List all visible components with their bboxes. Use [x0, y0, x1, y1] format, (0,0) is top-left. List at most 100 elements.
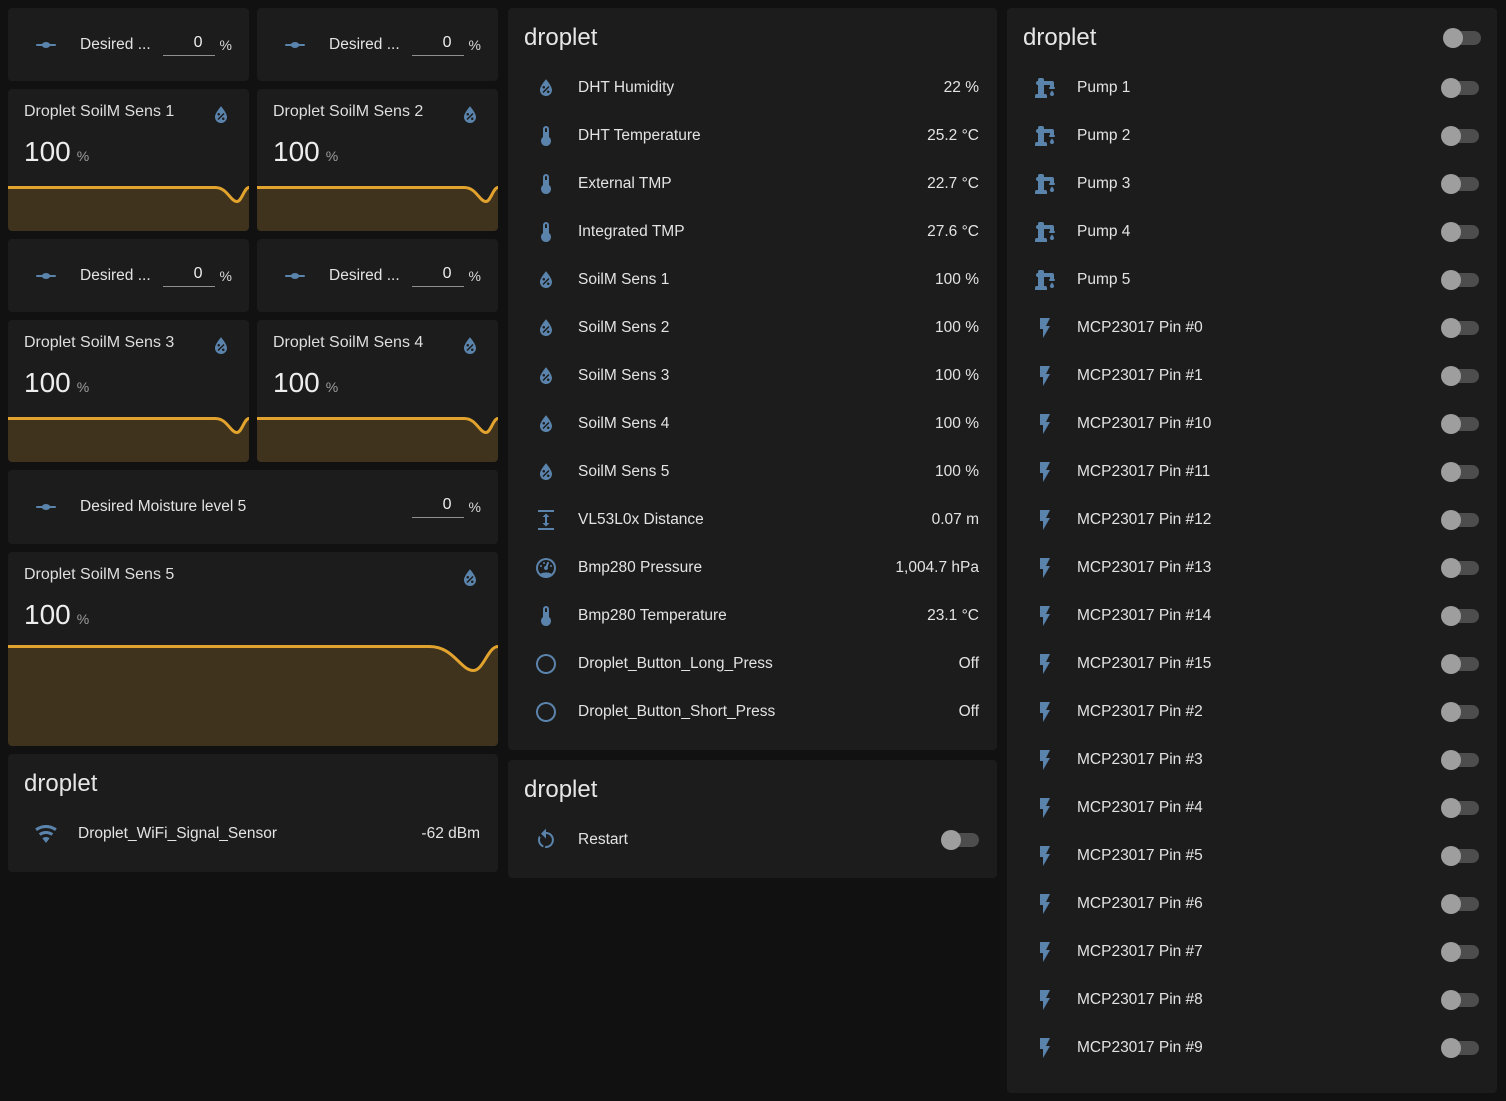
input-label: Desired ... — [80, 267, 151, 285]
switch-row[interactable]: MCP23017 Pin #9 — [1007, 1024, 1497, 1072]
toggle-switch[interactable] — [1443, 417, 1479, 431]
flash-icon — [1033, 748, 1057, 772]
switch-row[interactable]: MCP23017 Pin #15 — [1007, 640, 1497, 688]
switch-row[interactable]: Pump 5 — [1007, 256, 1497, 304]
toggle-switch[interactable] — [1443, 657, 1479, 671]
sensor-graph-card-3[interactable]: Droplet SoilM Sens 3 100 % — [8, 320, 249, 462]
sensor-graph-card-4[interactable]: Droplet SoilM Sens 4 100 % — [257, 320, 498, 462]
entity-name: MCP23017 Pin #13 — [1077, 559, 1211, 577]
sensor-title: Droplet SoilM Sens 1 — [24, 103, 209, 121]
water-percent-icon — [209, 103, 233, 127]
slider-icon — [34, 495, 58, 519]
switch-row[interactable]: MCP23017 Pin #7 — [1007, 928, 1497, 976]
gauge-icon — [534, 556, 558, 580]
entity-row[interactable]: Droplet_Button_Long_Press Off — [508, 640, 997, 688]
entity-row[interactable]: SoilM Sens 2 100 % — [508, 304, 997, 352]
toggle-switch[interactable] — [1443, 561, 1479, 575]
sensor-graph-card-1[interactable]: Droplet SoilM Sens 1 100 % — [8, 89, 249, 231]
entity-row[interactable]: DHT Humidity 22 % — [508, 64, 997, 112]
slider-icon — [283, 264, 307, 288]
flash-icon — [1033, 1036, 1057, 1060]
toggle-switch[interactable] — [1443, 321, 1479, 335]
entity-row[interactable]: Integrated TMP 27.6 °C — [508, 208, 997, 256]
entity-state: Off — [959, 703, 979, 721]
wifi-icon — [34, 822, 58, 846]
toggle-switch[interactable] — [1443, 849, 1479, 863]
number-input[interactable]: 0 — [163, 34, 215, 56]
toggle-switch[interactable] — [1443, 81, 1479, 95]
switch-row[interactable]: MCP23017 Pin #5 — [1007, 832, 1497, 880]
switch-row[interactable]: Pump 1 — [1007, 64, 1497, 112]
toggle-switch[interactable] — [1443, 225, 1479, 239]
toggle-switch[interactable] — [1443, 993, 1479, 1007]
entity-name: MCP23017 Pin #9 — [1077, 1039, 1203, 1057]
switch-row[interactable]: MCP23017 Pin #0 — [1007, 304, 1497, 352]
middle-column: droplet DHT Humidity 22 % DHT Temperatur… — [508, 8, 997, 878]
entity-row[interactable]: SoilM Sens 3 100 % — [508, 352, 997, 400]
toggle-switch[interactable] — [1443, 177, 1479, 191]
thermometer-icon — [534, 220, 558, 244]
switch-row[interactable]: Pump 2 — [1007, 112, 1497, 160]
entity-row[interactable]: SoilM Sens 5 100 % — [508, 448, 997, 496]
switch-row[interactable]: MCP23017 Pin #12 — [1007, 496, 1497, 544]
switch-row[interactable]: MCP23017 Pin #13 — [1007, 544, 1497, 592]
toggle-switch[interactable] — [1443, 705, 1479, 719]
group-toggle-switch[interactable] — [1445, 31, 1481, 45]
input-label: Desired Moisture level 5 — [80, 498, 246, 516]
switch-row[interactable]: MCP23017 Pin #8 — [1007, 976, 1497, 1024]
entity-row[interactable]: Bmp280 Temperature 23.1 °C — [508, 592, 997, 640]
entity-row[interactable]: Droplet_Button_Short_Press Off — [508, 688, 997, 736]
toggle-switch[interactable] — [1443, 1041, 1479, 1055]
toggle-switch[interactable] — [1443, 753, 1479, 767]
toggle-switch[interactable] — [1443, 609, 1479, 623]
entity-row[interactable]: External TMP 22.7 °C — [508, 160, 997, 208]
switch-row[interactable]: MCP23017 Pin #10 — [1007, 400, 1497, 448]
input-unit: % — [469, 268, 481, 284]
switch-row[interactable]: MCP23017 Pin #3 — [1007, 736, 1497, 784]
switch-row[interactable]: MCP23017 Pin #6 — [1007, 880, 1497, 928]
switch-row[interactable]: MCP23017 Pin #4 — [1007, 784, 1497, 832]
switch-row[interactable]: MCP23017 Pin #11 — [1007, 448, 1497, 496]
toggle-switch[interactable] — [1443, 465, 1479, 479]
flash-icon — [1033, 700, 1057, 724]
toggle-switch[interactable] — [1443, 945, 1479, 959]
number-input[interactable]: 0 — [412, 265, 464, 287]
entity-row[interactable]: SoilM Sens 4 100 % — [508, 400, 997, 448]
flash-icon — [1033, 364, 1057, 388]
switch-row[interactable]: MCP23017 Pin #2 — [1007, 688, 1497, 736]
toggle-switch[interactable] — [1443, 273, 1479, 287]
switch-row[interactable]: Pump 4 — [1007, 208, 1497, 256]
toggle-switch[interactable] — [943, 833, 979, 847]
number-input[interactable]: 0 — [412, 496, 464, 518]
card-title: droplet — [1023, 22, 1096, 54]
switch-row[interactable]: MCP23017 Pin #14 — [1007, 592, 1497, 640]
switch-row[interactable]: MCP23017 Pin #1 — [1007, 352, 1497, 400]
entity-row[interactable]: DHT Temperature 25.2 °C — [508, 112, 997, 160]
sensor-graph-card-2[interactable]: Droplet SoilM Sens 2 100 % — [257, 89, 498, 231]
entity-name: SoilM Sens 3 — [578, 367, 669, 385]
switch-row[interactable]: Restart — [508, 816, 997, 864]
number-input[interactable]: 0 — [412, 34, 464, 56]
number-input[interactable]: 0 — [163, 265, 215, 287]
entity-row[interactable]: Bmp280 Pressure 1,004.7 hPa — [508, 544, 997, 592]
toggle-switch[interactable] — [1443, 801, 1479, 815]
entity-name: MCP23017 Pin #1 — [1077, 367, 1203, 385]
entity-row[interactable]: SoilM Sens 1 100 % — [508, 256, 997, 304]
entity-state: 100 % — [935, 319, 979, 337]
switch-row[interactable]: Pump 3 — [1007, 160, 1497, 208]
card-header: droplet — [1007, 8, 1497, 64]
toggle-switch[interactable] — [1443, 897, 1479, 911]
toggle-switch[interactable] — [1443, 513, 1479, 527]
flash-icon — [1033, 940, 1057, 964]
toggle-switch[interactable] — [1443, 129, 1479, 143]
sensor-unit: % — [77, 611, 89, 627]
history-sparkline — [257, 416, 498, 462]
sensor-graph-card-5[interactable]: Droplet SoilM Sens 5 100 % — [8, 552, 498, 746]
entity-row[interactable]: Droplet_WiFi_Signal_Sensor -62 dBm — [8, 810, 498, 858]
thermometer-icon — [534, 172, 558, 196]
water-percent-icon — [534, 460, 558, 484]
slider-icon — [34, 264, 58, 288]
toggle-switch[interactable] — [1443, 369, 1479, 383]
input-number-card-2: Desired ... 0 % — [257, 8, 498, 81]
entity-row[interactable]: VL53L0x Distance 0.07 m — [508, 496, 997, 544]
